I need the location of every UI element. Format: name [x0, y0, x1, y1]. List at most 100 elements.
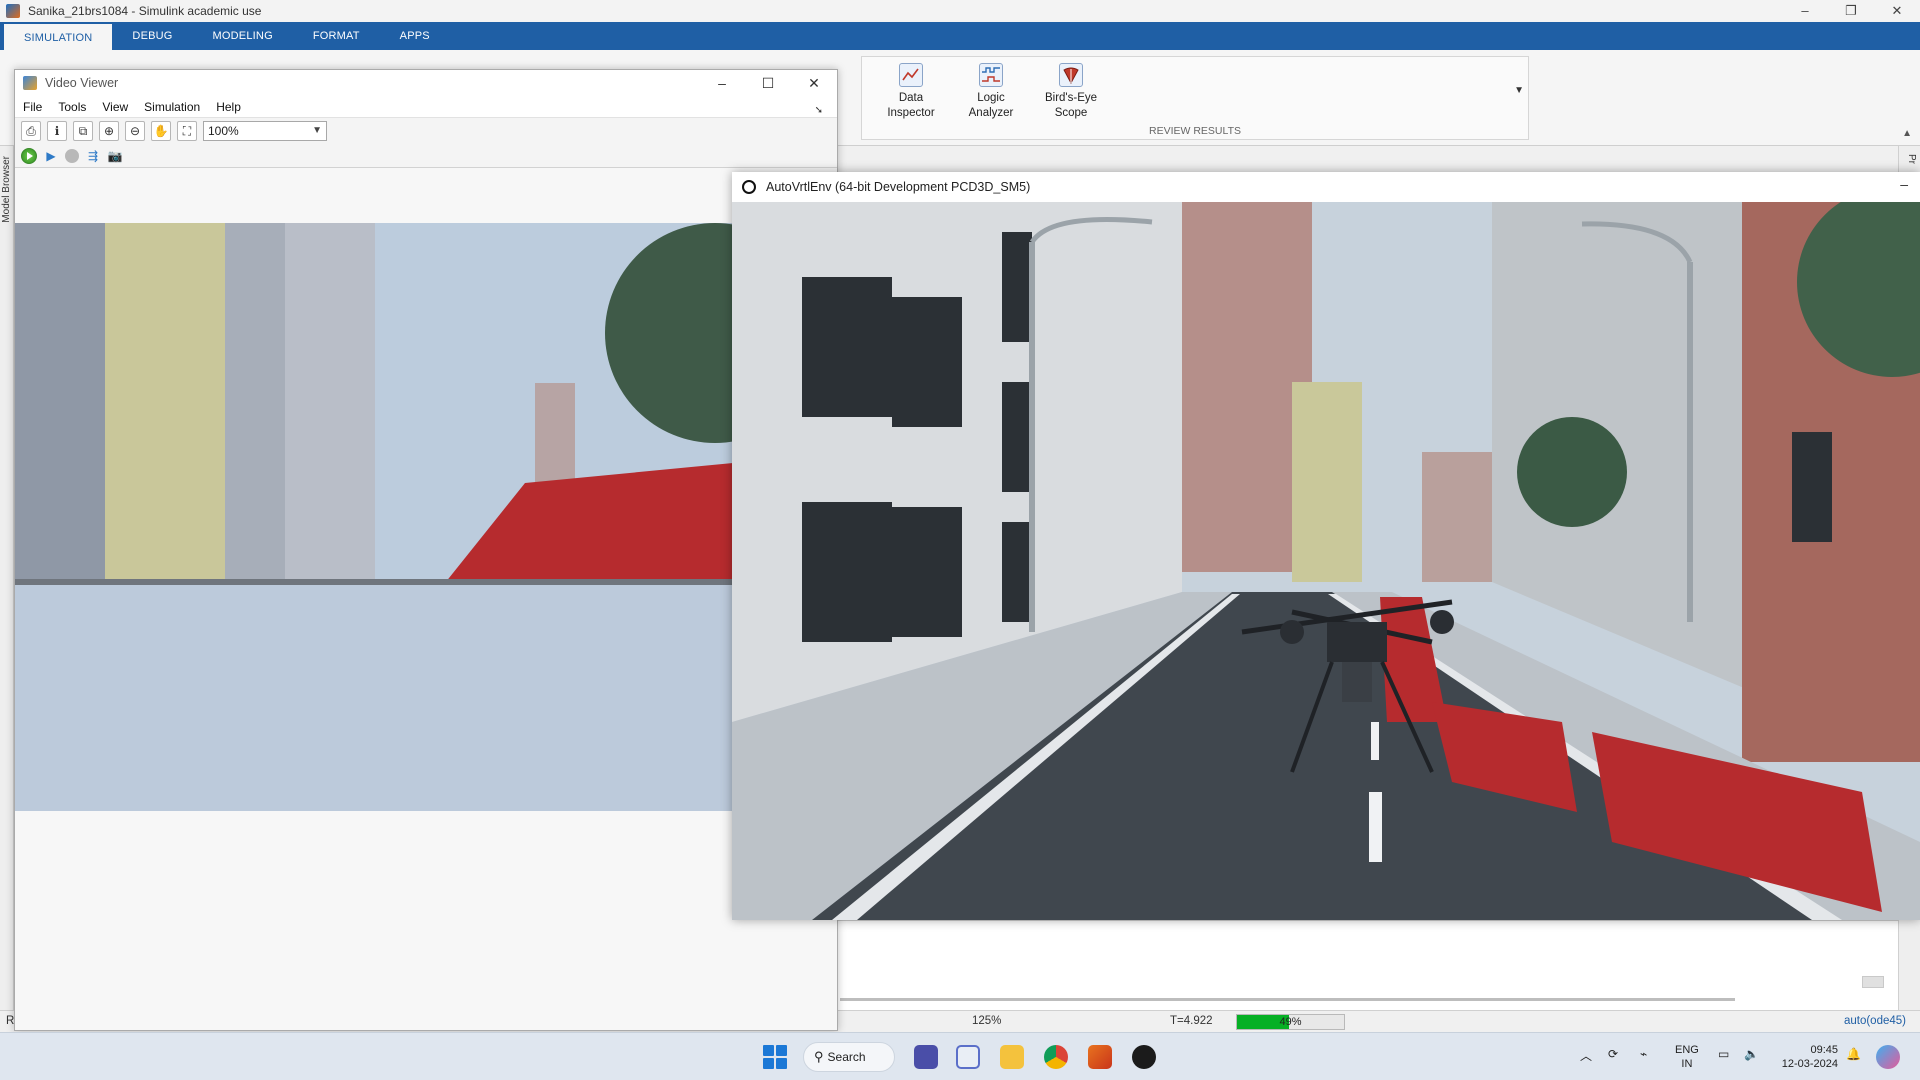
- windows-logo-pane: [776, 1058, 787, 1069]
- menu-file[interactable]: File: [15, 100, 50, 114]
- taskbar-search-label: Search: [827, 1050, 866, 1064]
- video-frame-scene: [15, 223, 837, 811]
- model-browser-label: Model Browser: [1, 156, 12, 223]
- review-results-label: REVIEW RESULTS: [1149, 125, 1241, 137]
- chevron-down-icon[interactable]: ▼: [1514, 85, 1524, 96]
- tab-modeling[interactable]: MODELING: [193, 22, 293, 50]
- close-icon[interactable]: ✕: [1874, 0, 1920, 22]
- simulink-window-controls: – ❐ ✕: [1782, 0, 1920, 22]
- logic-analyzer-label-1: Logic: [977, 92, 1005, 104]
- menu-tools[interactable]: Tools: [50, 100, 94, 114]
- model-browser-strip[interactable]: Model Browser: [0, 146, 14, 1026]
- snipping-tool-icon[interactable]: [956, 1045, 980, 1069]
- logic-analyzer-button[interactable]: Logic Analyzer: [956, 63, 1026, 121]
- horizontal-scrollbar[interactable]: [840, 998, 1735, 1001]
- zoom-in-icon[interactable]: ⊕: [99, 121, 119, 141]
- menu-view[interactable]: View: [94, 100, 136, 114]
- run-icon[interactable]: [21, 147, 37, 164]
- network-icon[interactable]: ⌁: [1640, 1047, 1647, 1061]
- data-inspector-label-1: Data: [898, 92, 924, 104]
- scroll-corner: [1862, 976, 1884, 988]
- simulink-window-title: Sanika_21brs1084 - Simulink academic use: [28, 4, 262, 18]
- app-icon-1[interactable]: [914, 1045, 938, 1069]
- progress-text: 49%: [1279, 1016, 1302, 1028]
- unreal-engine-icon: [742, 180, 756, 194]
- matlab-icon[interactable]: [1088, 1045, 1112, 1069]
- minimize-icon[interactable]: –: [699, 70, 745, 96]
- property-inspector-label: Pr: [1906, 154, 1917, 164]
- tab-format[interactable]: FORMAT: [293, 22, 380, 50]
- video-viewer-toolbar: ⎙ ℹ ⧉ ⊕ ⊖ ✋ ⛶ 100% ▼: [15, 118, 837, 144]
- taskbar-clock[interactable]: 09:45 12-03-2024: [1772, 1043, 1838, 1071]
- video-viewer-icon: [23, 76, 37, 90]
- video-viewer-menubar: File Tools View Simulation Help ➘: [15, 96, 837, 118]
- highlight-model-icon[interactable]: ⇶: [85, 148, 101, 164]
- notification-bell-icon[interactable]: 🔔: [1846, 1047, 1861, 1061]
- tab-debug[interactable]: DEBUG: [112, 22, 192, 50]
- search-icon: ⚲: [814, 1049, 824, 1064]
- video-frame: [15, 223, 837, 811]
- simulink-tab-strip: SIMULATION DEBUG MODELING FORMAT APPS ▣ …: [0, 22, 1920, 64]
- data-inspector-button[interactable]: Data Inspector: [876, 63, 946, 121]
- windows-logo-pane: [776, 1045, 787, 1056]
- menu-help[interactable]: Help: [208, 100, 249, 114]
- video-viewer-sim-toolbar: ▶ ⇶ 📷: [15, 144, 837, 168]
- restore-icon[interactable]: ❐: [1828, 0, 1874, 22]
- file-explorer-icon[interactable]: [1000, 1045, 1024, 1069]
- close-icon[interactable]: ✕: [791, 70, 837, 96]
- logic-analyzer-icon: [979, 63, 1003, 87]
- video-viewer-titlebar[interactable]: Video Viewer – ☐ ✕: [15, 70, 837, 96]
- unreal-viewport[interactable]: [732, 202, 1920, 920]
- simulation-progress-bar: 49%: [1236, 1014, 1345, 1030]
- clock-time: 09:45: [1810, 1044, 1838, 1056]
- language-indicator[interactable]: ENG IN: [1675, 1043, 1699, 1071]
- windows-taskbar: ⚲ Search ︿ ⟳ ⌁ ENG IN ▭ 🔈 09:45 12-03-202…: [0, 1032, 1920, 1080]
- taskbar-search[interactable]: ⚲ Search: [803, 1042, 895, 1072]
- info-icon[interactable]: ℹ: [47, 121, 67, 141]
- chrome-icon[interactable]: [1044, 1045, 1068, 1069]
- windows-logo-pane: [763, 1045, 774, 1056]
- pixel-region-icon[interactable]: ⧉: [73, 121, 93, 141]
- clock-date: 12-03-2024: [1781, 1058, 1838, 1070]
- data-inspector-label-2: Inspector: [887, 107, 935, 119]
- collapse-ribbon-icon[interactable]: ▲: [1902, 128, 1912, 139]
- minimize-icon[interactable]: –: [1782, 0, 1828, 22]
- menu-simulation[interactable]: Simulation: [136, 100, 208, 114]
- zoom-select[interactable]: 100% ▼: [203, 121, 327, 141]
- undock-icon[interactable]: ➘: [807, 105, 831, 116]
- status-sim-time: T=4.922: [1170, 1015, 1213, 1027]
- unreal-scene: [732, 202, 1920, 920]
- birds-eye-scope-label-2: Scope: [1054, 107, 1088, 119]
- lang-line-2: IN: [1681, 1058, 1693, 1070]
- unreal-window-title: AutoVrtlEnv (64-bit Development PCD3D_SM…: [766, 180, 1031, 194]
- copilot-icon[interactable]: [1876, 1045, 1900, 1069]
- video-viewer-controls: – ☐ ✕: [699, 70, 837, 96]
- zoom-select-value: 100%: [208, 124, 239, 138]
- birds-eye-scope-button[interactable]: Bird's-Eye Scope: [1036, 63, 1106, 121]
- pan-hand-icon[interactable]: ✋: [151, 121, 171, 141]
- snapshot-icon[interactable]: 📷: [107, 148, 123, 164]
- chevron-down-icon: ▼: [312, 125, 322, 136]
- review-results-group: Data Inspector Logic Analyzer Bird's-Eye…: [861, 56, 1529, 140]
- status-solver[interactable]: auto(ode45): [1844, 1015, 1906, 1027]
- minimize-icon[interactable]: –: [1900, 176, 1908, 192]
- sync-icon[interactable]: ⟳: [1608, 1047, 1618, 1061]
- birds-eye-scope-icon: [1059, 63, 1083, 87]
- zoom-out-icon[interactable]: ⊖: [125, 121, 145, 141]
- tab-simulation[interactable]: SIMULATION: [4, 24, 113, 50]
- unreal-titlebar[interactable]: AutoVrtlEnv (64-bit Development PCD3D_SM…: [732, 172, 1920, 202]
- video-viewer-window: Video Viewer – ☐ ✕ File Tools View Simul…: [14, 69, 838, 1031]
- fit-to-view-icon[interactable]: ⛶: [177, 121, 197, 141]
- tab-apps[interactable]: APPS: [380, 22, 450, 50]
- show-hidden-icons-icon[interactable]: ︿: [1580, 1047, 1592, 1064]
- unreal-window: AutoVrtlEnv (64-bit Development PCD3D_SM…: [732, 172, 1920, 920]
- unreal-engine-taskbar-icon[interactable]: [1132, 1045, 1156, 1069]
- display-icon[interactable]: ▭: [1718, 1047, 1729, 1061]
- step-forward-icon[interactable]: ▶: [43, 148, 59, 164]
- status-zoom: 125%: [972, 1015, 1002, 1027]
- volume-icon[interactable]: 🔈: [1744, 1047, 1759, 1061]
- stop-icon[interactable]: [65, 148, 79, 163]
- start-button[interactable]: [763, 1045, 787, 1069]
- print-icon[interactable]: ⎙: [21, 121, 41, 141]
- maximize-icon[interactable]: ☐: [745, 70, 791, 96]
